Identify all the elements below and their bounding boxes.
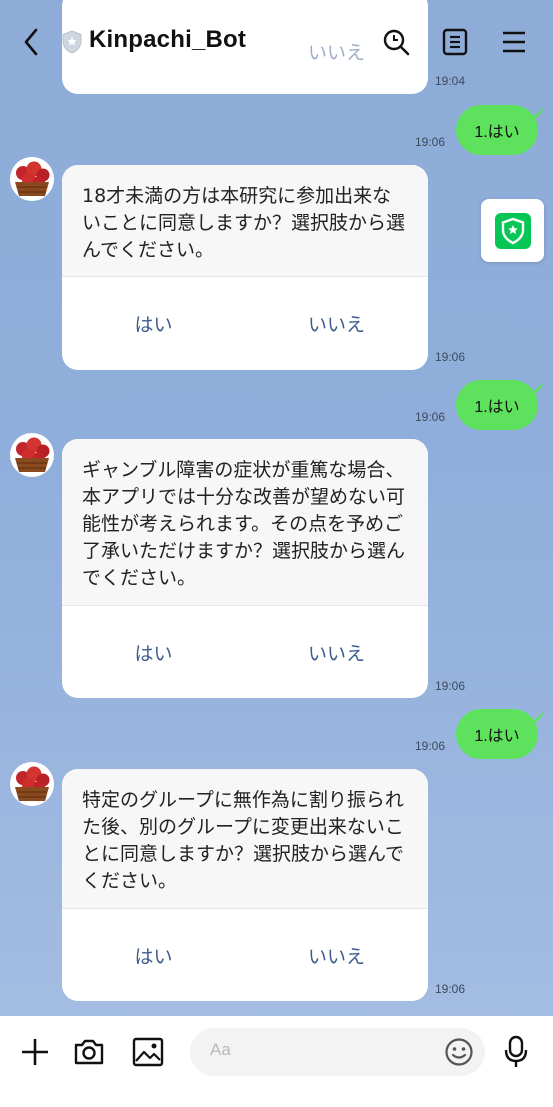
timestamp: 19:06 bbox=[435, 679, 466, 693]
verified-shield-icon bbox=[62, 30, 82, 54]
message-input[interactable] bbox=[210, 1040, 440, 1060]
bubble-tail bbox=[530, 382, 544, 394]
menu-icon bbox=[503, 31, 525, 53]
photo-button[interactable] bbox=[130, 1034, 166, 1070]
option-yes[interactable]: はい bbox=[62, 942, 245, 969]
bot-card: 特定のグループに無作為に割り振られた後、別のグループに変更出来ないことに同意しま… bbox=[62, 769, 428, 1001]
bot-question: 18才未満の方は本研究に参加出来ないことに同意しますか？選択肢から選んでください… bbox=[62, 165, 428, 277]
back-button[interactable] bbox=[16, 26, 46, 58]
bot-avatar[interactable] bbox=[9, 761, 55, 807]
timestamp: 19:06 bbox=[415, 135, 446, 149]
bot-avatar[interactable] bbox=[9, 432, 55, 478]
notes-button[interactable] bbox=[439, 26, 471, 58]
timestamp: 19:06 bbox=[415, 739, 446, 753]
emoji-button[interactable] bbox=[444, 1037, 474, 1067]
image-icon bbox=[132, 1037, 164, 1067]
chevron-left-icon bbox=[24, 28, 38, 56]
camera-button[interactable] bbox=[71, 1034, 107, 1070]
user-message: 1.はい bbox=[456, 709, 544, 759]
message-input-wrapper[interactable] bbox=[190, 1028, 485, 1076]
search-icon bbox=[383, 29, 410, 56]
user-message-text: 1.はい bbox=[474, 728, 520, 745]
emoji-icon bbox=[445, 1038, 473, 1066]
search-button[interactable] bbox=[380, 26, 412, 58]
option-yes[interactable]: はい bbox=[62, 639, 245, 666]
bot-question: 特定のグループに無作為に割り振られた後、別のグループに変更出来ないことに同意しま… bbox=[62, 769, 428, 909]
bot-question: ギャンブル障害の症状が重篤な場合、本アプリでは十分な改善が望めない可能性が考えら… bbox=[62, 439, 428, 606]
menu-button[interactable] bbox=[498, 26, 530, 58]
user-message: 1.はい bbox=[456, 105, 544, 155]
user-message: 1.はい bbox=[456, 380, 544, 430]
apple-basket-icon bbox=[10, 762, 54, 806]
shield-star-icon bbox=[494, 212, 531, 249]
apple-basket-icon bbox=[10, 433, 54, 477]
timestamp: 19:06 bbox=[435, 982, 466, 996]
bot-avatar[interactable] bbox=[9, 156, 55, 202]
camera-icon bbox=[74, 1039, 104, 1065]
bubble-tail bbox=[530, 107, 544, 119]
option-no[interactable]: いいえ bbox=[245, 942, 428, 969]
microphone-icon bbox=[504, 1035, 528, 1067]
user-message-text: 1.はい bbox=[474, 124, 520, 141]
bot-card: ギャンブル障害の症状が重篤な場合、本アプリでは十分な改善が望めない可能性が考えら… bbox=[62, 439, 428, 698]
chat-area[interactable]: いいえ 19:04 Kinpachi_Bot 19:06 1.はい 18才未満の… bbox=[0, 0, 553, 1016]
timestamp: 19:06 bbox=[435, 350, 466, 364]
bubble-tail bbox=[530, 711, 544, 723]
option-yes[interactable]: はい bbox=[62, 310, 245, 337]
chat-header: Kinpachi_Bot bbox=[0, 0, 553, 84]
option-no[interactable]: いいえ bbox=[245, 310, 428, 337]
plus-icon bbox=[22, 1039, 48, 1065]
option-no[interactable]: いいえ bbox=[245, 639, 428, 666]
apple-basket-icon bbox=[10, 157, 54, 201]
add-button[interactable] bbox=[17, 1034, 53, 1070]
safety-button[interactable] bbox=[481, 199, 544, 262]
user-message-text: 1.はい bbox=[474, 399, 520, 416]
bot-card: 18才未満の方は本研究に参加出来ないことに同意しますか？選択肢から選んでください… bbox=[62, 165, 428, 370]
voice-button[interactable] bbox=[498, 1034, 534, 1070]
chat-title: Kinpachi_Bot bbox=[89, 26, 247, 53]
notes-icon bbox=[442, 28, 468, 56]
timestamp: 19:06 bbox=[415, 410, 446, 424]
